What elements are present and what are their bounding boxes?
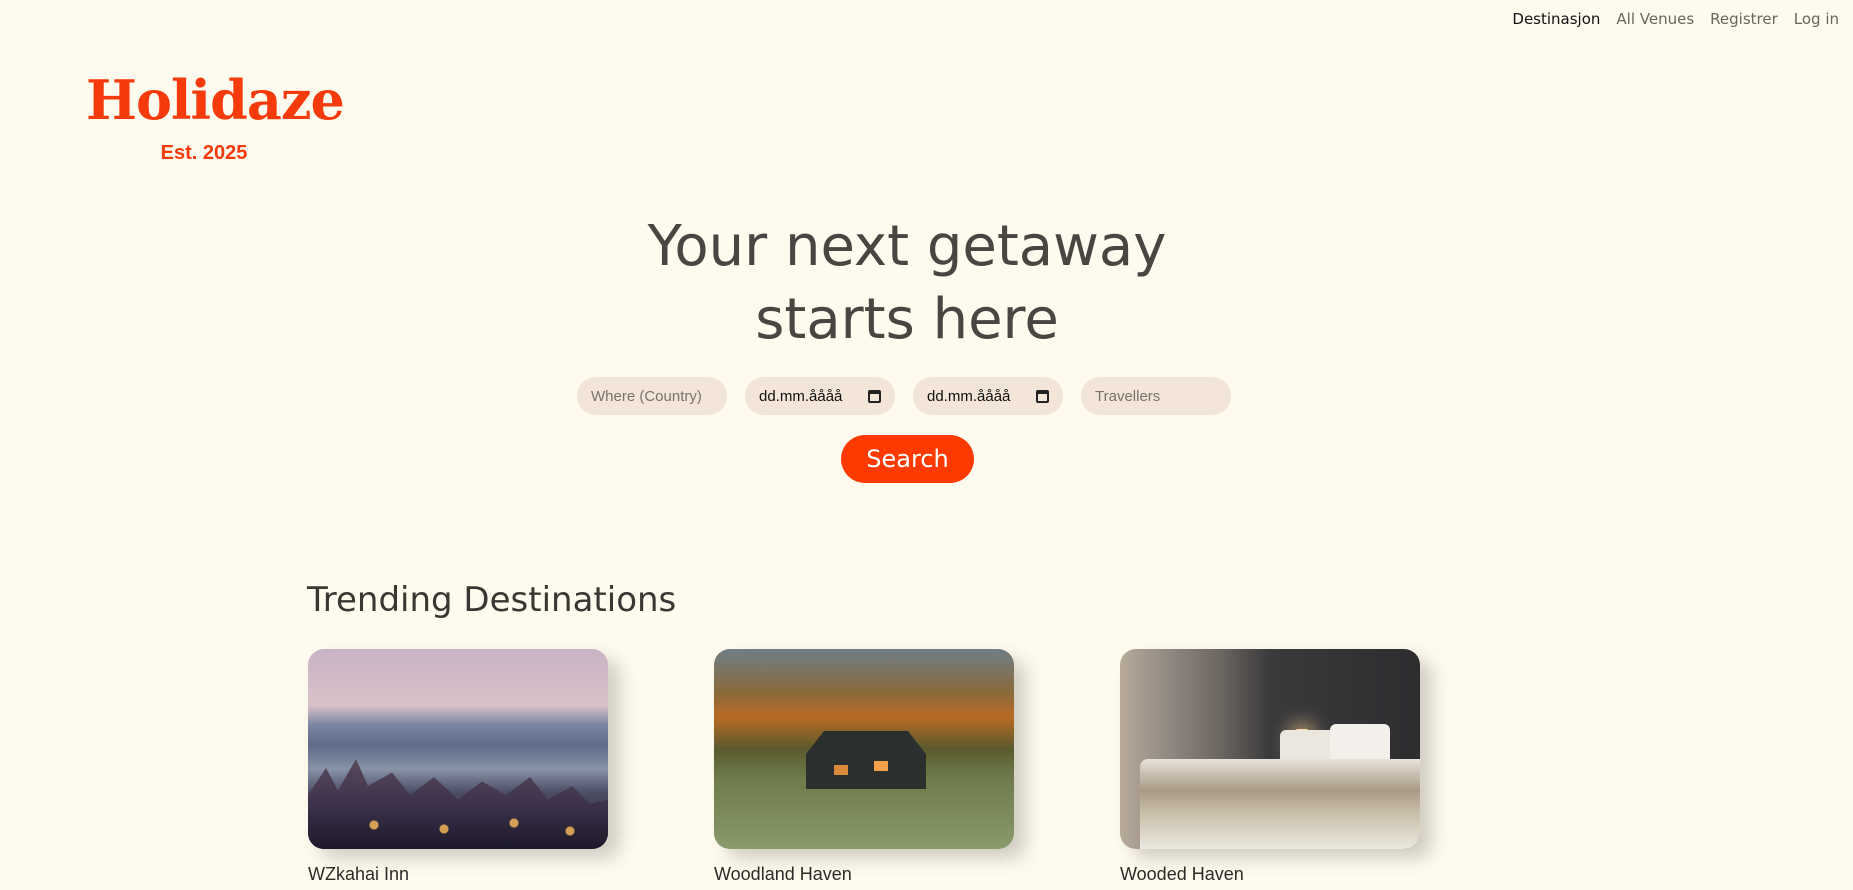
pillow-shape bbox=[1330, 724, 1390, 764]
nav-link-log-in[interactable]: Log in bbox=[1794, 10, 1839, 28]
destination-title[interactable]: Wooded Haven bbox=[1120, 864, 1420, 885]
check-out-date-field[interactable]: dd.mm.åååå bbox=[913, 377, 1063, 415]
window-glow bbox=[874, 761, 888, 771]
trending-heading: Trending Destinations bbox=[307, 580, 677, 620]
nav-link-all-venues[interactable]: All Venues bbox=[1616, 10, 1694, 28]
check-out-date-value: dd.mm.åååå bbox=[927, 387, 1011, 405]
bed-shape bbox=[1140, 759, 1420, 849]
hero-line-2: starts here bbox=[755, 287, 1059, 352]
search-button[interactable]: Search bbox=[841, 435, 974, 483]
house-shape bbox=[806, 731, 926, 789]
destination-title[interactable]: WZkahai Inn bbox=[308, 864, 608, 885]
destination-card[interactable]: WZkahai Inn bbox=[308, 649, 608, 885]
check-in-date-field[interactable]: dd.mm.åååå bbox=[745, 377, 895, 415]
where-input[interactable] bbox=[591, 387, 713, 405]
lights-shape bbox=[318, 801, 598, 841]
destination-card[interactable]: Wooded Haven bbox=[1120, 649, 1420, 885]
brand-logo[interactable]: Holidaze Est. 2025 bbox=[86, 66, 345, 165]
destination-image[interactable] bbox=[308, 649, 608, 849]
hero-heading: Your next getaway starts here bbox=[0, 210, 1814, 356]
nav-link-destinasjon[interactable]: Destinasjon bbox=[1512, 10, 1600, 28]
check-in-date-value: dd.mm.åååå bbox=[759, 387, 843, 405]
hero-line-1: Your next getaway bbox=[647, 214, 1167, 279]
trending-cards: WZkahai Inn Woodland Haven Wooded Haven bbox=[308, 649, 1420, 885]
search-form: dd.mm.åååå dd.mm.åååå bbox=[577, 377, 1231, 415]
destination-image[interactable] bbox=[1120, 649, 1420, 849]
destination-card[interactable]: Woodland Haven bbox=[714, 649, 1014, 885]
destination-title[interactable]: Woodland Haven bbox=[714, 864, 1014, 885]
calendar-icon[interactable] bbox=[868, 389, 881, 403]
brand-tagline: Est. 2025 bbox=[160, 142, 248, 164]
where-field[interactable] bbox=[577, 377, 727, 415]
lamp-shape bbox=[1295, 729, 1309, 755]
travellers-field[interactable] bbox=[1081, 377, 1231, 415]
brand-name: Holidaze bbox=[86, 68, 345, 132]
calendar-icon[interactable] bbox=[1036, 389, 1049, 403]
top-navigation: Destinasjon All Venues Registrer Log in bbox=[1512, 10, 1839, 28]
nav-link-registrer[interactable]: Registrer bbox=[1710, 10, 1778, 28]
travellers-input[interactable] bbox=[1095, 387, 1217, 405]
destination-image[interactable] bbox=[714, 649, 1014, 849]
